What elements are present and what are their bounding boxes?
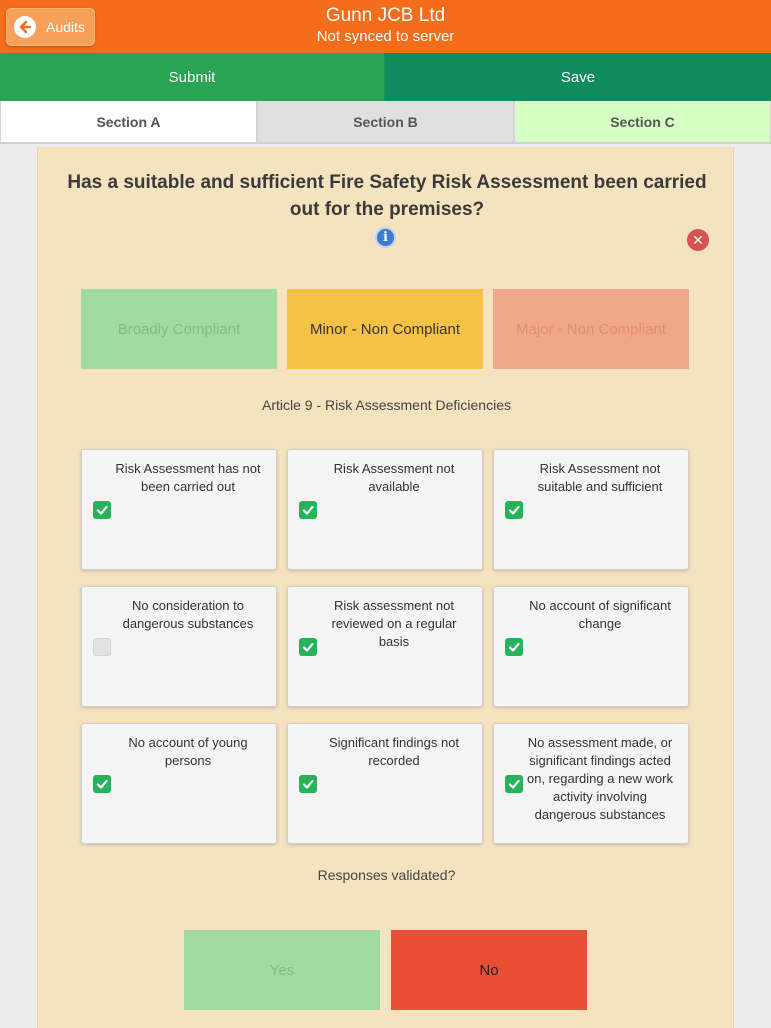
compliance-rating-group: Broadly Compliant Minor - Non Compliant … (81, 289, 690, 369)
deficiency-label: No assessment made, or significant findi… (527, 735, 673, 822)
minor-non-compliant-button[interactable]: Minor - Non Compliant (287, 289, 483, 369)
validation-choice-group: Yes No (184, 930, 587, 1010)
deficiency-card[interactable]: Risk Assessment not suitable and suffici… (493, 449, 689, 570)
section-tabs: Section A Section B Section C (0, 101, 771, 144)
info-icon[interactable]: i (375, 227, 396, 248)
action-bar: Submit Save (0, 53, 771, 101)
deficiency-card[interactable]: Risk Assessment has not been carried out (81, 449, 277, 570)
deficiency-label: Risk Assessment not suitable and suffici… (537, 461, 663, 494)
deficiency-card[interactable]: Risk assessment not reviewed on a regula… (287, 586, 483, 707)
deficiency-card[interactable]: No assessment made, or significant findi… (493, 723, 689, 844)
submit-button[interactable]: Submit (0, 53, 385, 101)
deficiency-card[interactable]: No account of young persons (81, 723, 277, 844)
deficiency-card[interactable]: Significant findings not recorded (287, 723, 483, 844)
checkbox-checked-icon[interactable] (505, 775, 523, 793)
deficiency-label: Significant findings not recorded (328, 735, 460, 768)
checkbox-checked-icon[interactable] (93, 501, 111, 519)
app-header: Audits Gunn JCB Ltd Not synced to server (0, 0, 771, 53)
yes-button[interactable]: Yes (184, 930, 380, 1010)
deficiencies-heading: Article 9 - Risk Assessment Deficiencies (262, 397, 511, 413)
deficiency-label: Risk assessment not reviewed on a regula… (331, 598, 457, 649)
deficiency-label: Risk Assessment has not been carried out (115, 461, 261, 494)
no-button[interactable]: No (391, 930, 587, 1010)
question-panel: Has a suitable and sufficient Fire Safet… (37, 147, 734, 1028)
checkbox-checked-icon[interactable] (299, 638, 317, 656)
checkbox-checked-icon[interactable] (299, 501, 317, 519)
question-text: Has a suitable and sufficient Fire Safet… (67, 172, 707, 220)
deficiency-label: No account of young persons (128, 735, 248, 768)
tab-section-b[interactable]: Section B (257, 101, 514, 143)
close-icon[interactable]: ✕ (687, 229, 709, 251)
deficiency-card[interactable]: No consideration to dangerous substances (81, 586, 277, 707)
checkbox-checked-icon[interactable] (93, 775, 111, 793)
broadly-compliant-button[interactable]: Broadly Compliant (81, 289, 277, 369)
tab-section-c[interactable]: Section C (514, 101, 771, 143)
checkbox-checked-icon[interactable] (505, 638, 523, 656)
deficiency-label: No consideration to dangerous substances (122, 598, 254, 631)
page-title: Gunn JCB Ltd (325, 5, 446, 26)
deficiency-label: Risk Assessment not available (333, 461, 455, 494)
major-non-compliant-button[interactable]: Major - Non Compliant (493, 289, 689, 369)
checkbox-unchecked-icon[interactable] (93, 638, 111, 656)
checkbox-checked-icon[interactable] (505, 501, 523, 519)
validation-prompt: Responses validated? (317, 867, 456, 883)
deficiency-label: No account of significant change (529, 598, 671, 631)
deficiency-card[interactable]: Risk Assessment not available (287, 449, 483, 570)
deficiency-card[interactable]: No account of significant change (493, 586, 689, 707)
save-button[interactable]: Save (385, 53, 771, 101)
sync-status: Not synced to server (316, 28, 455, 45)
tab-section-a[interactable]: Section A (0, 101, 257, 143)
checkbox-checked-icon[interactable] (299, 775, 317, 793)
